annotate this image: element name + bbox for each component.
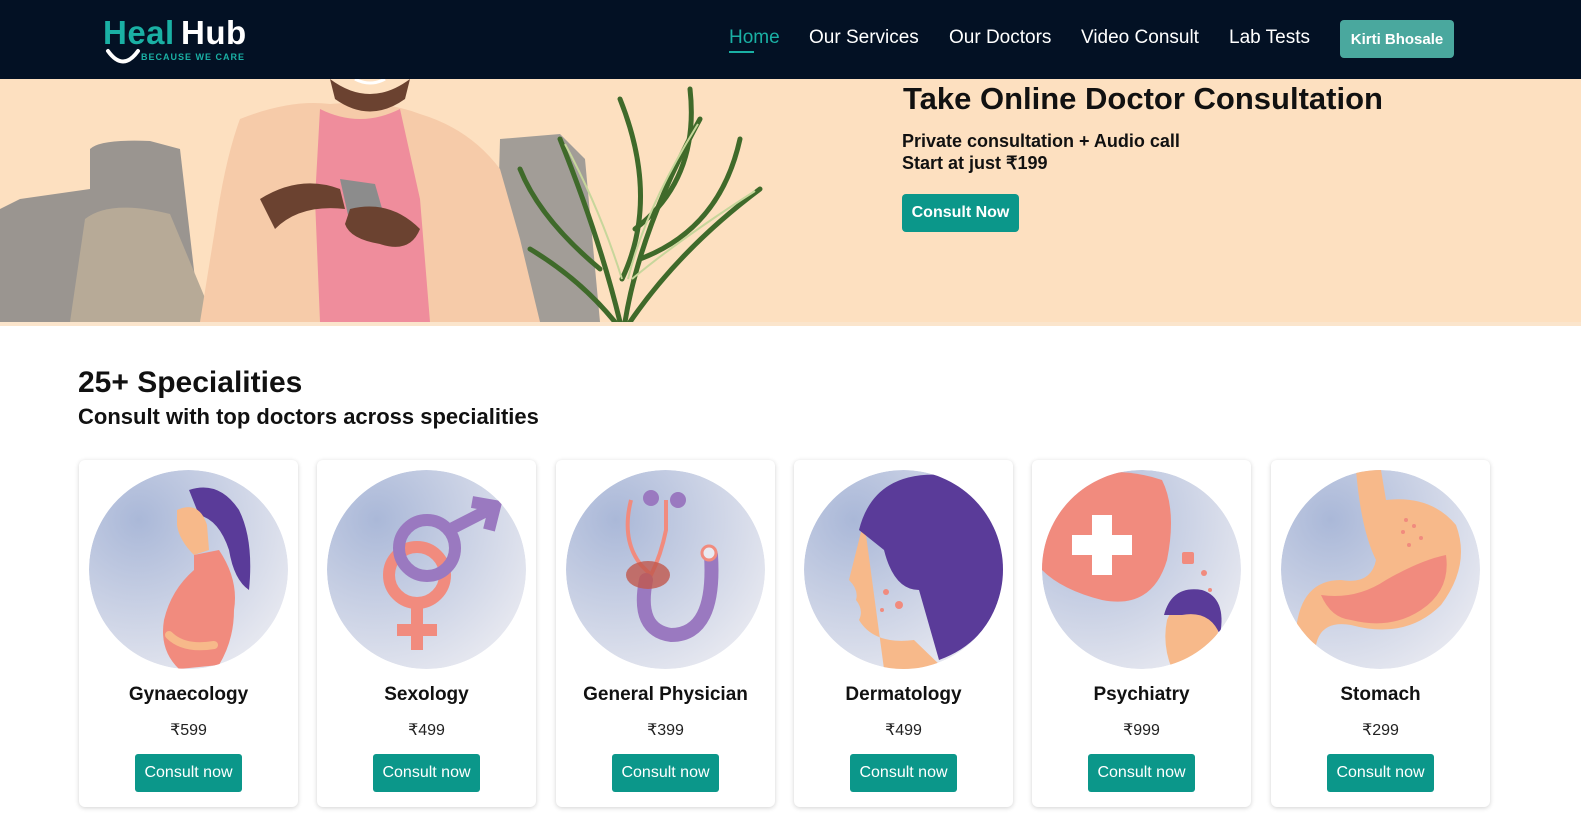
hero-title: Take Online Doctor Consultation: [903, 81, 1383, 116]
specialities-subtitle: Consult with top doctors across speciali…: [78, 404, 539, 429]
user-profile-button[interactable]: Kirti Bhosale: [1340, 20, 1454, 58]
hero-line-1: Private consultation + Audio call: [902, 131, 1180, 151]
speciality-card-stomach[interactable]: Stomach ₹299 Consult now: [1271, 460, 1490, 807]
pregnant-woman-icon: [89, 470, 288, 669]
specialities-title: 25+ Specialities: [78, 366, 303, 399]
speciality-card-sexology[interactable]: Sexology ₹499 Consult now: [317, 460, 536, 807]
nav-lab-tests[interactable]: Lab Tests: [1229, 27, 1310, 49]
nav-our-services[interactable]: Our Services: [809, 27, 919, 49]
nav-video-consult[interactable]: Video Consult: [1081, 27, 1199, 49]
speciality-card-dermatology[interactable]: Dermatology ₹499 Consult now: [794, 460, 1013, 807]
speciality-name: General Physician: [583, 684, 748, 705]
logo-tagline: BECAUSE WE CARE: [141, 52, 246, 62]
consult-now-button-sexology[interactable]: Consult now: [373, 754, 480, 792]
speciality-price: ₹999: [1123, 722, 1160, 739]
logo-hub-text: Hub: [181, 14, 247, 51]
consult-now-button-psychiatry[interactable]: Consult now: [1088, 754, 1195, 792]
nav-our-doctors[interactable]: Our Doctors: [949, 27, 1051, 49]
hero-consult-now-button[interactable]: Consult Now: [902, 194, 1019, 232]
speciality-card-gynaecology[interactable]: Gynaecology ₹599 Consult now: [79, 460, 298, 807]
gender-symbols-icon: [327, 470, 526, 669]
consult-now-button-gynaecology[interactable]: Consult now: [135, 754, 242, 792]
speciality-name: Sexology: [384, 684, 469, 705]
speciality-name: Psychiatry: [1093, 684, 1190, 705]
stethoscope-icon: [566, 470, 765, 669]
speciality-card-psychiatry[interactable]: Psychiatry ₹999 Consult now: [1032, 460, 1251, 807]
logo-heal-text: Heal: [103, 14, 175, 51]
nav-home[interactable]: Home: [729, 27, 780, 49]
hero-banner: Take Online Doctor Consultation Private …: [0, 79, 1581, 326]
skin-face-icon: [804, 470, 1003, 669]
hero-line-2: Start at just ₹199: [902, 153, 1048, 173]
consult-now-button-dermatology[interactable]: Consult now: [850, 754, 957, 792]
smile-icon: [106, 49, 140, 64]
mind-health-icon: [1042, 470, 1241, 669]
speciality-price: ₹599: [170, 722, 207, 739]
stomach-icon: [1281, 470, 1480, 669]
hero-woman-with-phone-image: [0, 79, 763, 322]
speciality-price: ₹499: [408, 722, 445, 739]
speciality-price: ₹299: [1362, 722, 1399, 739]
speciality-name: Dermatology: [845, 684, 962, 705]
speciality-name: Gynaecology: [128, 684, 249, 705]
consult-now-button-stomach[interactable]: Consult now: [1327, 754, 1434, 792]
speciality-name: Stomach: [1340, 684, 1421, 705]
nav-active-underline: [729, 51, 754, 53]
speciality-price: ₹499: [885, 722, 922, 739]
consult-now-button-general-physician[interactable]: Consult now: [612, 754, 719, 792]
speciality-card-general-physician[interactable]: General Physician ₹399 Consult now: [556, 460, 775, 807]
speciality-price: ₹399: [647, 722, 684, 739]
healhub-logo[interactable]: Heal Hub BECAUSE WE CARE: [103, 14, 263, 68]
hero-divider: [0, 322, 1581, 326]
top-navbar: Heal Hub BECAUSE WE CARE Home Our Servic…: [0, 0, 1581, 79]
